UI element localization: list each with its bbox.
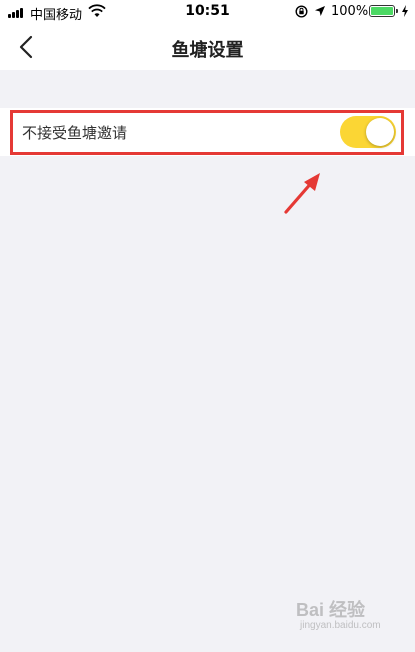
battery-icon — [369, 5, 395, 17]
rotation-lock-icon — [295, 5, 308, 18]
battery-percent: 100% — [331, 4, 369, 19]
location-icon — [315, 6, 325, 16]
nav-bar: 鱼塘设置 — [0, 24, 415, 70]
highlight-box — [10, 110, 404, 155]
watermark: Bai 经验 jingyan.baidu.com — [296, 594, 406, 638]
page-title: 鱼塘设置 — [171, 40, 244, 61]
charging-icon — [402, 5, 408, 17]
battery-cap — [396, 9, 398, 13]
status-bar: 中国移动 10:51 100% — [0, 0, 415, 24]
watermark-sub: jingyan.baidu.com — [300, 620, 381, 631]
watermark-text: Bai 经验 — [296, 600, 366, 620]
red-arrow-icon — [284, 173, 320, 214]
